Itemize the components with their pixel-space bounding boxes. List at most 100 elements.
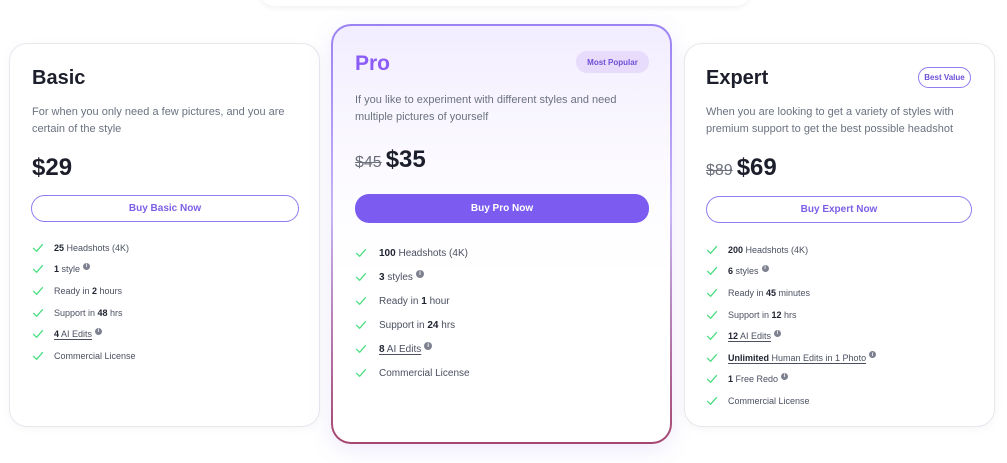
current-price: $29: [32, 154, 73, 181]
check-icon: [706, 267, 718, 276]
feature-item: Commercial License: [706, 390, 876, 412]
info-icon[interactable]: i: [761, 264, 769, 272]
feature-link[interactable]: 12 AI Edits: [728, 331, 771, 341]
info-icon[interactable]: i: [869, 351, 877, 359]
feature-item: 6 styles i: [706, 261, 876, 283]
info-icon[interactable]: i: [774, 329, 782, 337]
feature-text: Ready in 1 hour: [379, 296, 450, 307]
feature-text: Support in 24 hrs: [379, 320, 455, 331]
feature-label: Headshots (4K): [64, 242, 130, 253]
buy-expert-button[interactable]: Buy Expert Now: [706, 196, 972, 223]
feature-label: AI Edits: [384, 343, 422, 355]
feature-text: Ready in 45 minutes: [728, 288, 810, 298]
feature-text: Ready in 2 hours: [54, 286, 122, 296]
feature-label: hrs: [107, 307, 123, 318]
buy-basic-button[interactable]: Buy Basic Now: [31, 195, 299, 222]
info-icon[interactable]: i: [415, 270, 424, 278]
feature-item: 1 Free Redo i: [706, 369, 876, 391]
feature-item: Commercial License: [32, 345, 136, 367]
feature-item: 200 Headshots (4K): [706, 239, 876, 261]
check-icon: [355, 296, 367, 305]
check-icon: [706, 396, 718, 405]
feature-label: minutes: [776, 287, 811, 298]
info-icon[interactable]: i: [781, 372, 789, 380]
feature-prefix: Ready in: [728, 287, 767, 298]
feature-item: Ready in 2 hours: [32, 280, 136, 302]
check-icon: [32, 351, 44, 360]
feature-item: 1 style i: [32, 259, 136, 281]
check-icon: [706, 288, 718, 297]
feature-item: 4 AI Edits i: [32, 323, 136, 345]
feature-label: Free Redo: [733, 374, 779, 385]
feature-item: Ready in 45 minutes: [706, 282, 876, 304]
check-icon: [706, 353, 718, 362]
feature-label: Headshots (4K): [395, 247, 468, 259]
feature-prefix: Ready in: [54, 285, 93, 296]
check-icon: [355, 344, 367, 353]
feature-label: styles: [384, 271, 413, 283]
feature-prefix: Ready in: [379, 295, 422, 307]
info-icon[interactable]: i: [424, 342, 433, 350]
plan-title: Basic: [32, 67, 86, 89]
feature-label: style: [59, 264, 81, 275]
plan-description: When you are looking to get a variety of…: [706, 106, 954, 135]
feature-item: 12 AI Edits i: [706, 325, 876, 347]
info-icon[interactable]: i: [83, 262, 91, 270]
feature-text: Support in 12 hrs: [728, 310, 797, 320]
plan-price: $45 $35: [355, 146, 426, 174]
feature-list: 100 Headshots (4K) 3 styles i Ready in 1 ho…: [355, 241, 470, 385]
buy-pro-button[interactable]: Buy Pro Now: [355, 194, 649, 223]
feature-link[interactable]: Unlimited Human Edits in 1 Photo: [728, 353, 866, 363]
feature-label: AI Edits: [738, 331, 772, 342]
info-icon[interactable]: i: [95, 327, 103, 335]
check-icon: [32, 308, 44, 317]
feature-text: 1 Free Redo: [728, 374, 778, 384]
expert-plan-card: Expert Best Value When you are looking t…: [684, 43, 995, 427]
feature-label: Commercial License: [379, 367, 470, 379]
feature-text: Commercial License: [728, 396, 810, 406]
feature-text: Support in 48 hrs: [54, 308, 123, 318]
check-icon: [32, 330, 44, 339]
feature-item: Support in 48 hrs: [32, 302, 136, 324]
check-icon: [355, 320, 367, 329]
feature-link[interactable]: 8 AI Edits: [379, 344, 421, 355]
feature-highlight: Unlimited: [728, 352, 770, 363]
feature-label: styles: [733, 266, 759, 277]
feature-label: hour: [426, 295, 450, 307]
feature-highlight: 48: [97, 307, 108, 318]
plan-price: $29: [32, 154, 72, 182]
feature-label: hours: [97, 285, 123, 296]
feature-item: Support in 24 hrs: [355, 313, 470, 337]
feature-label: hrs: [438, 319, 456, 331]
check-icon: [706, 245, 718, 254]
plan-price: $89 $69: [706, 154, 777, 182]
feature-text: Commercial License: [54, 351, 136, 361]
basic-plan-card: Basic For when you only need a few pictu…: [9, 43, 320, 427]
check-icon: [32, 286, 44, 295]
feature-highlight: 12: [771, 309, 782, 320]
feature-highlight: 100: [379, 247, 396, 259]
plan-title: Expert: [706, 67, 769, 89]
check-icon: [32, 243, 44, 252]
feature-label: Human Edits in 1 Photo: [769, 352, 867, 363]
check-icon: [355, 248, 367, 257]
original-price: $45: [355, 154, 382, 171]
plan-title: Pro: [355, 52, 391, 75]
feature-list: 25 Headshots (4K) 1 style i Ready in 2 hour…: [32, 237, 136, 367]
feature-item: Ready in 1 hour: [355, 289, 470, 313]
feature-prefix: Support in: [54, 307, 98, 318]
feature-text: 25 Headshots (4K): [54, 243, 129, 253]
feature-link[interactable]: 4 AI Edits: [54, 329, 92, 339]
feature-text: 3 styles: [379, 272, 413, 283]
feature-label: Headshots (4K): [743, 244, 809, 255]
feature-highlight: 25: [54, 242, 65, 253]
feature-item: Support in 12 hrs: [706, 304, 876, 326]
feature-list: 200 Headshots (4K) 6 styles i Ready in 45 m…: [706, 239, 877, 412]
check-icon: [32, 265, 44, 274]
feature-text: 1 style: [54, 264, 80, 274]
feature-highlight: 12: [728, 331, 739, 342]
top-tab-strip: [260, 0, 750, 6]
feature-item: Commercial License: [355, 361, 470, 385]
current-price: $69: [736, 154, 777, 181]
most-popular-badge: Most Popular: [576, 51, 649, 73]
